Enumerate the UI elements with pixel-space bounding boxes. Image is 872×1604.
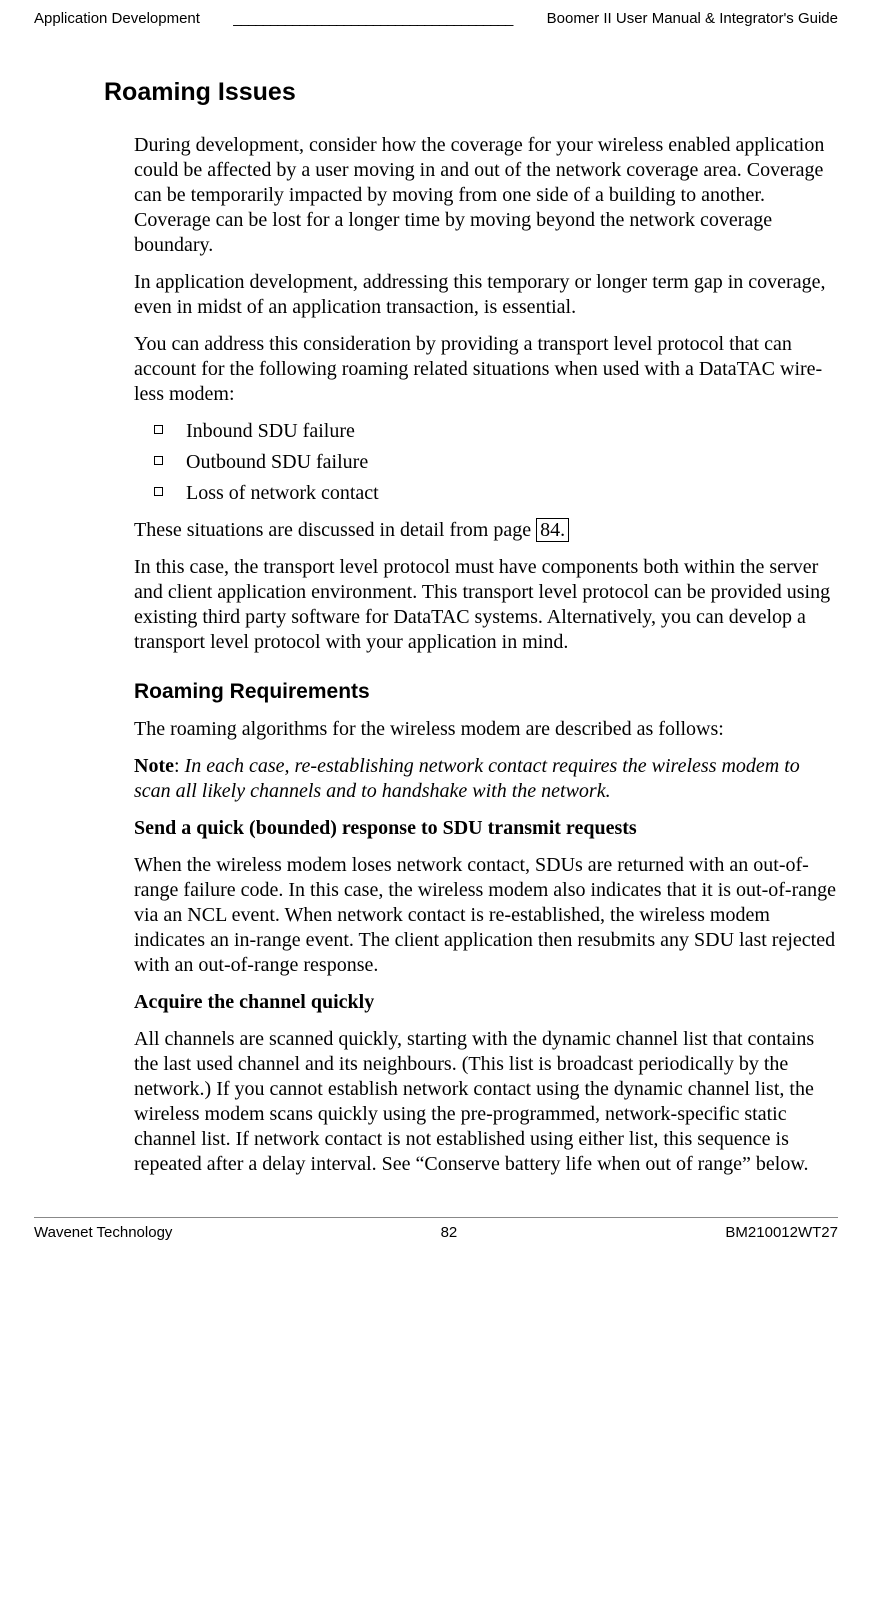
- footer-doc-id: BM210012WT27: [725, 1224, 838, 1243]
- inline-heading: Acquire the channel quickly: [134, 990, 838, 1015]
- body-paragraph: All channels are scanned quickly, starti…: [134, 1027, 838, 1177]
- body-paragraph: During development, consider how the cov…: [134, 133, 838, 258]
- document-page: Application Development ________________…: [0, 0, 872, 1273]
- page-content: Roaming Issues During development, consi…: [34, 77, 838, 1178]
- body-paragraph: You can address this consideration by pr…: [134, 332, 838, 407]
- subsection-title: Roaming Requirements: [134, 679, 838, 705]
- header-manual-title: Boomer II User Manual & Integrator's Gui…: [543, 10, 839, 29]
- paragraph-text: These situations are discussed in detail…: [134, 519, 536, 541]
- page-footer: Wavenet Technology 82 BM210012WT27: [34, 1224, 838, 1243]
- body-paragraph: These situations are discussed in detail…: [134, 518, 838, 543]
- section-title: Roaming Issues: [104, 77, 838, 108]
- list-item: Loss of network contact: [134, 481, 838, 506]
- note-colon: :: [174, 755, 185, 777]
- footer-rule: [34, 1217, 838, 1218]
- header-divider: ______________________________________: [230, 10, 512, 29]
- header-section-name: Application Development: [34, 10, 200, 29]
- body-paragraph: When the wireless modem loses network co…: [134, 853, 838, 978]
- inline-heading: Send a quick (bounded) response to SDU t…: [134, 816, 838, 841]
- body-paragraph: The roaming algorithms for the wireless …: [134, 717, 838, 742]
- footer-page-number: 82: [441, 1224, 458, 1243]
- bullet-list: Inbound SDU failure Outbound SDU failure…: [134, 419, 838, 506]
- page-reference-link[interactable]: 84.: [536, 518, 569, 542]
- note-body: In each case, re-establishing network co…: [134, 755, 800, 802]
- body-paragraph: In this case, the transport level protoc…: [134, 555, 838, 655]
- list-item: Inbound SDU failure: [134, 419, 838, 444]
- footer-company: Wavenet Technology: [34, 1224, 172, 1243]
- page-header: Application Development ________________…: [34, 10, 838, 37]
- note-paragraph: Note: In each case, re-establishing netw…: [134, 754, 838, 804]
- note-label: Note: [134, 755, 174, 777]
- list-item: Outbound SDU failure: [134, 450, 838, 475]
- body-paragraph: In application development, addressing t…: [134, 270, 838, 320]
